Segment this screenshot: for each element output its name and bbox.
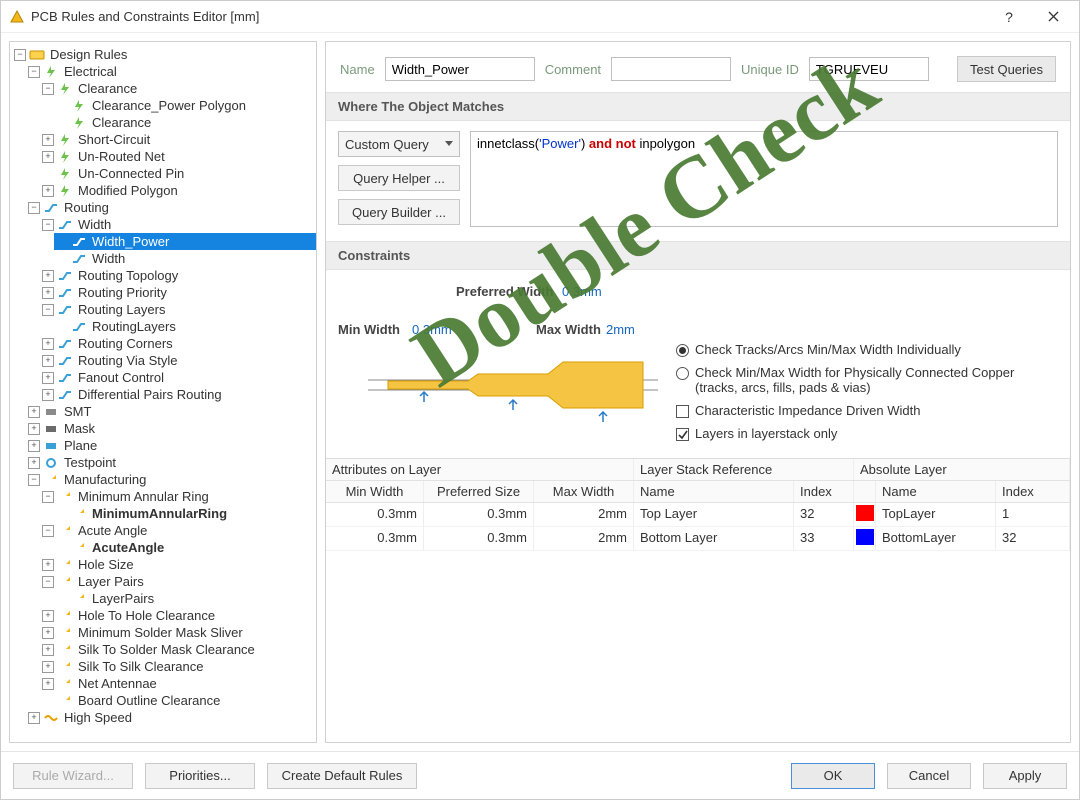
preferred-width-value[interactable]: 0.3mm — [562, 284, 602, 299]
min-width-value[interactable]: 0.3mm — [412, 322, 452, 337]
tree-root[interactable]: −Design Rules — [12, 46, 316, 63]
tree-fanout-control[interactable]: +Fanout Control — [40, 369, 316, 386]
unique-id-input[interactable] — [809, 57, 929, 81]
match-mode-dropdown[interactable]: Custom Query — [338, 131, 460, 157]
tree-board-outline-clearance[interactable]: Board Outline Clearance — [40, 692, 316, 709]
tree-electrical[interactable]: −Electrical — [26, 63, 316, 80]
tree-min-annular-ring-rule[interactable]: MinimumAnnularRing — [54, 505, 316, 522]
tree-routing-priority[interactable]: +Routing Priority — [40, 284, 316, 301]
test-queries-button[interactable]: Test Queries — [957, 56, 1056, 82]
query-builder-button[interactable]: Query Builder ... — [338, 199, 460, 225]
tree-short-circuit[interactable]: +Short-Circuit — [40, 131, 316, 148]
col-layer-index[interactable]: Index — [794, 481, 854, 502]
col-layer-name[interactable]: Name — [634, 481, 794, 502]
tree-routing-layers-rule[interactable]: RoutingLayers — [54, 318, 316, 335]
tree-layer-pairs-rule[interactable]: LayerPairs — [54, 590, 316, 607]
tree-width-group[interactable]: −Width — [40, 216, 316, 233]
col-abs-index[interactable]: Index — [996, 481, 1070, 502]
rule-detail: Name Comment Unique ID Test Queries Wher… — [325, 41, 1071, 743]
dialog-footer: Rule Wizard... Priorities... Create Defa… — [1, 751, 1079, 799]
opt-check-individually[interactable]: Check Tracks/Arcs Min/Max Width Individu… — [676, 342, 1058, 357]
cancel-button[interactable]: Cancel — [887, 763, 971, 789]
tree-hole-to-hole[interactable]: +Hole To Hole Clearance — [40, 607, 316, 624]
col-max-width[interactable]: Max Width — [534, 481, 634, 502]
col-min-width[interactable]: Min Width — [326, 481, 424, 502]
apply-button[interactable]: Apply — [983, 763, 1067, 789]
tree-net-antennae[interactable]: +Net Antennae — [40, 675, 316, 692]
priorities-button[interactable]: Priorities... — [145, 763, 255, 789]
tree-clearance-rule[interactable]: Clearance — [54, 114, 316, 131]
grid-group-attributes: Attributes on Layer — [326, 459, 634, 480]
grid-group-layerstack: Layer Stack Reference — [634, 459, 854, 480]
query-editor[interactable]: innetclass('Power') and not inpolygon — [470, 131, 1058, 227]
tree-silk-to-silk[interactable]: +Silk To Silk Clearance — [40, 658, 316, 675]
ok-button[interactable]: OK — [791, 763, 875, 789]
name-label: Name — [340, 62, 375, 77]
min-width-label: Min Width — [338, 322, 400, 337]
tree-mask[interactable]: +Mask — [26, 420, 316, 437]
tree-clearance-power-polygon[interactable]: Clearance_Power Polygon — [54, 97, 316, 114]
query-helper-button[interactable]: Query Helper ... — [338, 165, 460, 191]
preferred-width-label: Preferred Width — [456, 284, 553, 299]
unique-id-label: Unique ID — [741, 62, 799, 77]
tree-high-speed[interactable]: +High Speed — [26, 709, 316, 726]
titlebar: PCB Rules and Constraints Editor [mm] ? — [1, 1, 1079, 33]
window-title: PCB Rules and Constraints Editor [mm] — [31, 9, 987, 24]
tree-layer-pairs-group[interactable]: −Layer Pairs — [40, 573, 316, 590]
tree-modified-polygon[interactable]: +Modified Polygon — [40, 182, 316, 199]
tree-acute-angle-group[interactable]: −Acute Angle — [40, 522, 316, 539]
rule-wizard-button: Rule Wizard... — [13, 763, 133, 789]
tree-routing[interactable]: −Routing — [26, 199, 316, 216]
tree-clearance-group[interactable]: −Clearance — [40, 80, 316, 97]
width-diagram: Preferred Width 0.3mm Min Width 0.3mm Ma… — [338, 284, 658, 454]
opt-impedance-driven[interactable]: Characteristic Impedance Driven Width — [676, 403, 1058, 418]
app-icon — [9, 9, 25, 25]
tree-smt[interactable]: +SMT — [26, 403, 316, 420]
grid-group-absolute: Absolute Layer — [854, 459, 1070, 480]
col-pref-size[interactable]: Preferred Size — [424, 481, 534, 502]
where-matches-section: Where The Object Matches — [326, 92, 1070, 121]
tree-unconnected-pin[interactable]: Un-Connected Pin — [40, 165, 316, 182]
tree-unrouted-net[interactable]: +Un-Routed Net — [40, 148, 316, 165]
comment-input[interactable] — [611, 57, 731, 81]
max-width-label: Max Width — [536, 322, 601, 337]
tree-width-power[interactable]: Width_Power — [54, 233, 316, 250]
tree-min-annular-ring-group[interactable]: −Minimum Annular Ring — [40, 488, 316, 505]
table-row[interactable]: 0.3mm0.3mm2mmTop Layer32TopLayer1 — [326, 503, 1070, 527]
close-button[interactable] — [1031, 2, 1075, 32]
tree-testpoint[interactable]: +Testpoint — [26, 454, 316, 471]
name-input[interactable] — [385, 57, 535, 81]
tree-plane[interactable]: +Plane — [26, 437, 316, 454]
tree-hole-size[interactable]: +Hole Size — [40, 556, 316, 573]
tree-routing-layers-group[interactable]: −Routing Layers — [40, 301, 316, 318]
tree-acute-angle-rule[interactable]: AcuteAngle — [54, 539, 316, 556]
tree-width-rule[interactable]: Width — [54, 250, 316, 267]
tree-routing-via-style[interactable]: +Routing Via Style — [40, 352, 316, 369]
opt-layers-in-stack[interactable]: Layers in layerstack only — [676, 426, 1058, 441]
track-shape-icon — [368, 344, 658, 434]
col-abs-name[interactable]: Name — [876, 481, 996, 502]
rules-tree[interactable]: −Design Rules −Electrical −Clearance Cle… — [9, 41, 317, 743]
constraints-section: Constraints — [326, 241, 1070, 270]
radio-icon — [676, 344, 689, 357]
opt-check-connected-copper[interactable]: Check Min/Max Width for Physically Conne… — [676, 365, 1058, 395]
tree-silk-to-solder-mask[interactable]: +Silk To Solder Mask Clearance — [40, 641, 316, 658]
table-row[interactable]: 0.3mm0.3mm2mmBottom Layer33BottomLayer32 — [326, 527, 1070, 551]
tree-routing-topology[interactable]: +Routing Topology — [40, 267, 316, 284]
max-width-value[interactable]: 2mm — [606, 322, 635, 337]
tree-manufacturing[interactable]: −Manufacturing — [26, 471, 316, 488]
tree-min-solder-mask-sliver[interactable]: +Minimum Solder Mask Sliver — [40, 624, 316, 641]
help-button[interactable]: ? — [987, 2, 1031, 32]
comment-label: Comment — [545, 62, 601, 77]
radio-icon — [676, 367, 689, 380]
create-default-rules-button[interactable]: Create Default Rules — [267, 763, 417, 789]
tree-diff-pairs[interactable]: +Differential Pairs Routing — [40, 386, 316, 403]
checkbox-icon — [676, 428, 689, 441]
chevron-down-icon — [445, 141, 453, 147]
tree-routing-corners[interactable]: +Routing Corners — [40, 335, 316, 352]
layer-grid[interactable]: Attributes on Layer Layer Stack Referenc… — [326, 458, 1070, 551]
checkbox-icon — [676, 405, 689, 418]
